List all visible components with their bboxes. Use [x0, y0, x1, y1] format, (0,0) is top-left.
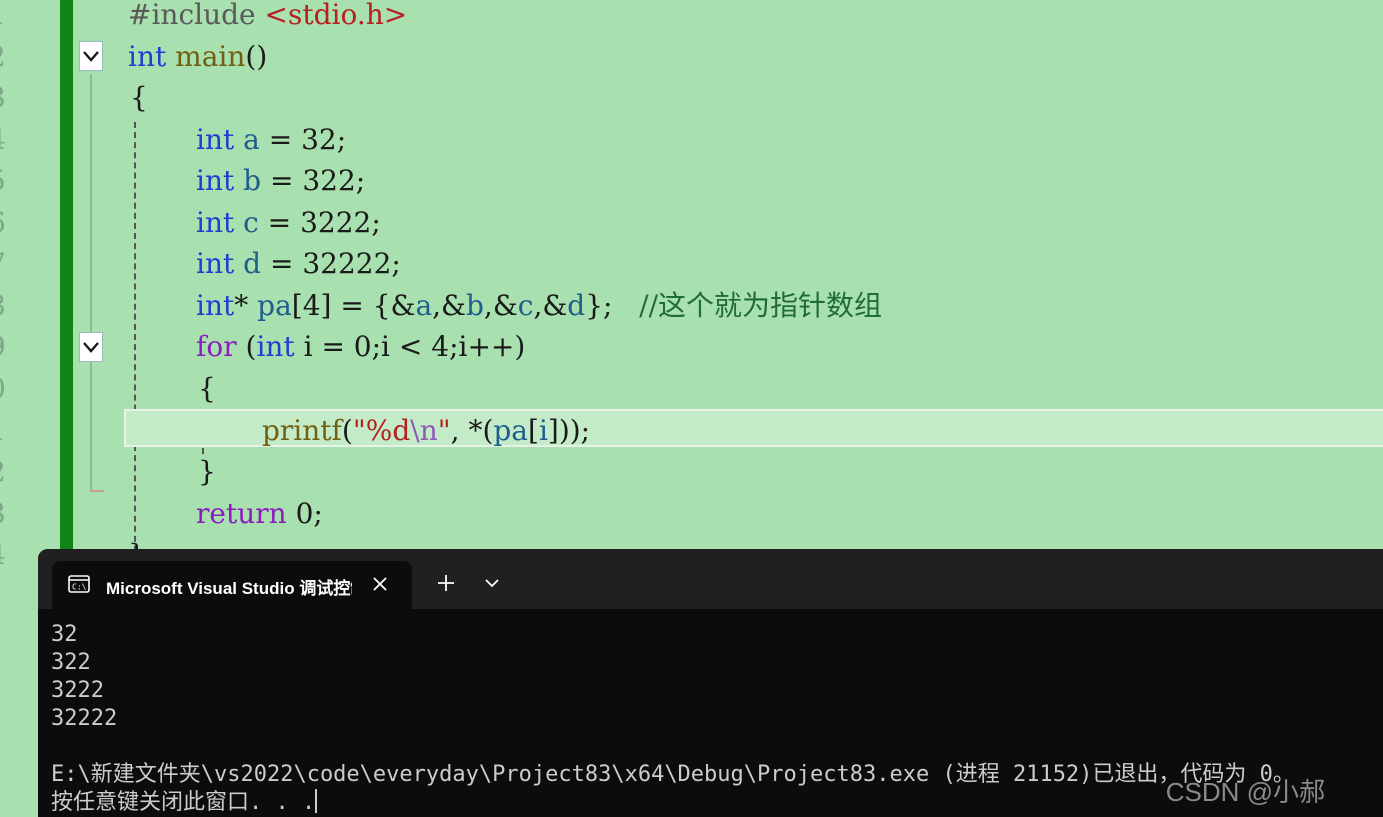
- code-line[interactable]: int d = 32222;: [196, 243, 401, 285]
- line-number: 2: [0, 451, 8, 493]
- tab-bar: C:\ Microsoft Visual Studio 调试控制台: [38, 549, 1383, 609]
- console-output-line: 32222: [51, 706, 118, 731]
- code-line[interactable]: }: [198, 451, 216, 493]
- line-number: 9: [0, 326, 8, 368]
- plus-icon[interactable]: [432, 569, 460, 597]
- code-line[interactable]: int b = 322;: [196, 160, 365, 202]
- line-number: 1: [0, 0, 8, 36]
- collapse-main-button[interactable]: [79, 41, 103, 71]
- outline-guide: [90, 74, 92, 492]
- chevron-down-icon: [83, 51, 99, 62]
- terminal-icon: C:\: [68, 575, 90, 593]
- console-output-line: 32: [51, 622, 78, 647]
- line-number: 1: [0, 410, 8, 452]
- chevron-down-icon[interactable]: [480, 571, 504, 595]
- code-line-current[interactable]: printf("%d\n", *(pa[i]));: [262, 410, 590, 452]
- collapse-for-button[interactable]: [79, 332, 103, 362]
- indent-guide: [134, 122, 136, 552]
- code-line[interactable]: #include <stdio.h>: [128, 0, 407, 36]
- code-line[interactable]: {: [130, 77, 148, 119]
- line-number: 7: [0, 243, 8, 285]
- line-number: 3: [0, 493, 8, 535]
- change-tracking-bar: [60, 0, 73, 555]
- console-output-line: 3222: [51, 678, 104, 703]
- console-output-line: 322: [51, 650, 91, 675]
- line-number: 3: [0, 77, 8, 119]
- line-number: 2: [0, 36, 8, 78]
- line-number: 6: [0, 202, 8, 244]
- chevron-down-icon: [83, 342, 99, 353]
- code-line[interactable]: {: [198, 368, 216, 410]
- line-number: 8: [0, 285, 8, 327]
- line-number: 4: [0, 119, 8, 161]
- close-icon[interactable]: [370, 574, 390, 594]
- code-line[interactable]: int a = 32;: [196, 119, 346, 161]
- code-line[interactable]: int main(): [128, 36, 267, 78]
- tab-title: Microsoft Visual Studio 调试控制台: [106, 579, 352, 598]
- line-number: 0: [0, 368, 8, 410]
- outline-guide-end: [90, 490, 104, 492]
- code-comment: //这个就为指针数组: [639, 289, 883, 322]
- svg-text:C:\: C:\: [72, 583, 87, 592]
- code-line[interactable]: int c = 3222;: [196, 202, 381, 244]
- console-tab[interactable]: C:\ Microsoft Visual Studio 调试控制台: [52, 561, 412, 609]
- line-number: 5: [0, 160, 8, 202]
- code-line[interactable]: return 0;: [196, 493, 323, 535]
- watermark: CSDN @小郝: [1165, 777, 1325, 807]
- code-line[interactable]: for (int i = 0;i < 4;i++): [196, 326, 525, 368]
- text-cursor: [315, 789, 318, 813]
- line-number: 4: [0, 534, 8, 576]
- code-line[interactable]: int* pa[4] = {&a,&b,&c,&d}; //这个就为指针数组: [196, 285, 882, 327]
